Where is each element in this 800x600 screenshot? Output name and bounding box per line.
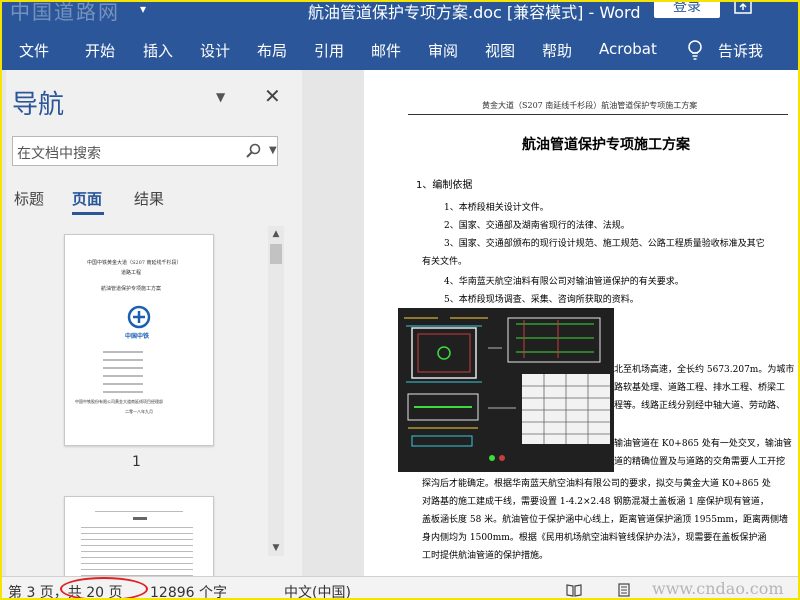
section-heading: 1、编制依据 [416,180,473,191]
list-item: 5、本桥段现场调查、采集、咨询所获取的资料。 [444,295,639,305]
site-watermark: 中国道路网 [10,0,120,24]
tab-references[interactable]: 引用 [314,40,344,61]
search-placeholder: 在文档中搜索 [17,146,101,162]
thumb-logo-text: 中国中铁 [125,333,150,340]
nav-options-dropdown-icon[interactable]: ▼ [216,90,225,104]
lightbulb-icon[interactable] [685,38,705,62]
paragraph-line: 工时提供航油管道的保护措施。 [422,551,549,561]
document-title: 航油管道保护专项方案.doc [兼容模式] - Word [308,3,641,22]
document-heading: 航油管道保护专项施工方案 [522,137,690,153]
paragraph-fragment: 路软基处理、道路工程、排水工程、桥梁工 [614,383,786,393]
scroll-thumb[interactable] [270,244,282,264]
tab-mailings[interactable]: 邮件 [371,40,401,61]
paragraph-fragment: 输油管道在 K0+865 处有一处交叉，输油管 [614,439,792,449]
list-item: 2、国家、交通部及湖南省现行的法律、法规。 [444,221,630,231]
read-mode-icon[interactable] [566,583,582,597]
paragraph-fragment: 程等。线路正线分别经中轴大道、劳动路、 [614,401,786,411]
tab-design[interactable]: 设计 [200,40,230,61]
list-item: 3、国家、交通部颁布的现行设计规范、施工规范、公路工程质量验收标准及其它 [444,239,765,249]
word-window: 中国道路网 ▾ 航油管道保护专项方案.doc [兼容模式] - Word 登录 … [0,0,800,600]
print-layout-icon[interactable] [616,583,632,597]
active-tab-indicator [72,212,104,215]
tab-home[interactable]: 开始 [85,40,115,61]
ribbon-tabs: 文件 开始 插入 设计 布局 引用 邮件 审阅 视图 帮助 Acrobat 告诉… [2,30,798,70]
navigation-pane: 导航 ▼ ✕ 在文档中搜索 ▼ 标题 页面 结果 中国中铁黄金大道（S207 南… [6,70,303,598]
header-rule [408,114,788,115]
search-options-dropdown-icon[interactable]: ▼ [269,145,277,156]
tab-pages[interactable]: 页面 [72,188,102,209]
list-item: 1、本桥段相关设计文件。 [444,203,549,213]
page-thumbnail-1[interactable]: 中国中铁黄金大道（S207 南延线千杉段） 道路工程 航油管道保护专项施工方案 … [64,234,214,446]
tab-headings[interactable]: 标题 [14,188,44,209]
tab-file[interactable]: 文件 [19,40,49,61]
thumbnail-page-number: 1 [132,454,141,470]
site-watermark-footer: www.cndao.com [652,579,784,598]
tab-layout[interactable]: 布局 [257,40,287,61]
login-button[interactable]: 登录 [654,2,720,18]
tab-help[interactable]: 帮助 [542,40,572,61]
quick-access-dropdown-icon[interactable]: ▾ [140,2,146,16]
document-area[interactable]: 黄金大道（S207 南延线千杉段）航油管道保护专项施工方案 航油管道保护专项施工… [302,70,798,576]
tab-results[interactable]: 结果 [134,188,164,209]
paragraph-line: 身内侧均为 1500mm。根据《民用机场航空油料管线保护办法》，现需要在盖板保护… [422,533,767,543]
tell-me-box[interactable]: 告诉我 [718,40,763,61]
thumb-title-line-1: 中国中铁黄金大道（S207 南延线千杉段） [87,260,182,266]
search-icon[interactable] [245,143,261,159]
close-icon[interactable]: ✕ [264,84,281,108]
paragraph-fragment: 北至机场高速，全长约 5673.207m。为城市 [614,365,795,375]
ribbon-display-options-icon[interactable] [732,0,754,16]
paragraph-fragment: 道的精确位置及与道路的交角需要人工开挖 [614,457,786,467]
tab-view[interactable]: 视图 [485,40,515,61]
scroll-up-arrow-icon[interactable]: ▲ [268,226,284,242]
thumbnail-scrollbar[interactable]: ▲ ▼ [268,226,284,556]
nav-search-input[interactable]: 在文档中搜索 ▼ [12,136,278,166]
tab-insert[interactable]: 插入 [143,40,173,61]
list-item: 有关文件。 [422,257,468,267]
thumb-title-line-2: 道路工程 [121,270,142,276]
crec-logo-icon [127,305,151,329]
cad-drawing-image[interactable] [398,308,614,472]
running-header: 黄金大道（S207 南延线千杉段）航油管道保护专项施工方案 [482,101,698,110]
title-bar: 中国道路网 ▾ 航油管道保护专项方案.doc [兼容模式] - Word 登录 [2,0,798,30]
scroll-down-arrow-icon[interactable]: ▼ [268,540,284,556]
thumb-footer-line-2: 二零一八年九月 [125,409,153,414]
language-indicator[interactable]: 中文(中国) [284,582,351,598]
tab-review[interactable]: 审阅 [428,40,458,61]
status-bar: 第 3 页，共 20 页 12896 个字 中文(中国) www.cndao.c… [2,576,798,598]
thumb-footer-line-1: 中国中铁股份有限公司黄金大道南延线项目经理部 [75,399,163,404]
tab-acrobat[interactable]: Acrobat [599,40,657,58]
paragraph-line: 盖板涵长度 58 米。航油管位于保护涵中心线上，距离管道保护涵顶 1955mm，… [422,515,789,525]
list-item: 4、华南蓝天航空油料有限公司对输油管道保护的有关要求。 [444,277,684,287]
paragraph-line: 探沟后才能确定。根据华南蓝天航空油料有限公司的要求，拟交与黄金大道 K0+865… [422,479,771,489]
nav-pane-title: 导航 [12,90,65,120]
word-count-indicator[interactable]: 12896 个字 [150,582,227,598]
paragraph-line: 对路基的施工建成干线，需要设置 1-4.2×2.48 钢筋混凝土盖板涵 1 座保… [422,497,769,507]
thumb-title-line-3: 航油管道保护专项施工方案 [101,286,162,292]
annotation-circle [60,577,148,598]
